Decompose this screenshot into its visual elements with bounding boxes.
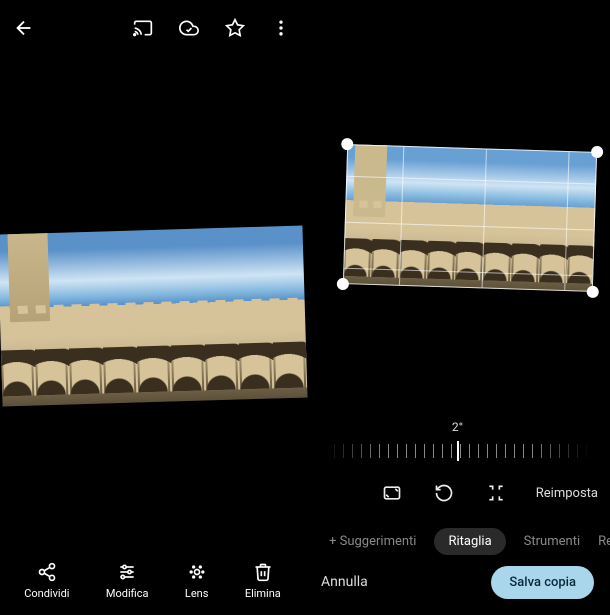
angle-value: 2°: [305, 420, 610, 434]
lens-button[interactable]: Lens: [179, 557, 215, 604]
share-button[interactable]: Condividi: [18, 557, 75, 604]
tab-adjust[interactable]: Rego: [598, 534, 610, 549]
crop-handle-tr[interactable]: [591, 146, 603, 158]
editor-panel: 2° Reimposta + Suggerimenti Ritaglia Str…: [305, 0, 610, 615]
cloud-button[interactable]: [175, 14, 203, 42]
share-label: Condividi: [24, 587, 69, 600]
crop-image: [343, 144, 597, 292]
crop-handle-br[interactable]: [587, 286, 599, 298]
crop-handle-bl[interactable]: [337, 278, 349, 290]
cancel-button[interactable]: Annulla: [321, 574, 368, 590]
angle-center-tick: [457, 441, 459, 461]
back-button[interactable]: [10, 14, 38, 42]
photo-content: [1, 341, 307, 396]
crop-stage[interactable]: [343, 144, 597, 292]
more-vert-icon: [271, 18, 291, 38]
aspect-ratio-button[interactable]: [380, 481, 404, 505]
star-icon: [225, 18, 245, 38]
top-bar: [0, 0, 305, 56]
tab-suggestions[interactable]: + Suggerimenti: [329, 534, 416, 549]
favorite-button[interactable]: [221, 14, 249, 42]
more-button[interactable]: [267, 14, 295, 42]
trash-icon: [253, 562, 273, 582]
rotate-button[interactable]: [432, 481, 456, 505]
angle-dial[interactable]: [325, 438, 590, 464]
perspective-icon: [486, 483, 506, 503]
angle-ticks: [325, 444, 590, 458]
delete-button[interactable]: Elimina: [239, 557, 287, 604]
aspect-ratio-icon: [382, 483, 402, 503]
photo-viewport[interactable]: [0, 226, 307, 407]
viewer-panel: Condividi Modifica Lens Elimina: [0, 0, 305, 615]
reset-button[interactable]: Reimposta: [536, 486, 598, 501]
editor-tabs: + Suggerimenti Ritaglia Strumenti Rego: [305, 521, 610, 561]
sliders-icon: [117, 562, 137, 582]
tab-tools[interactable]: Strumenti: [524, 534, 580, 549]
share-icon: [37, 562, 57, 582]
cast-icon: [133, 18, 153, 38]
tab-crop[interactable]: Ritaglia: [434, 528, 505, 555]
cast-button[interactable]: [129, 14, 157, 42]
bottom-bar: Condividi Modifica Lens Elimina: [0, 545, 305, 615]
delete-label: Elimina: [245, 587, 281, 600]
save-copy-button[interactable]: Salva copia: [491, 566, 594, 599]
edit-label: Modifica: [106, 587, 149, 600]
editor-footer: Annulla Salva copia: [305, 561, 610, 603]
rotate-icon: [434, 483, 454, 503]
lens-icon: [187, 562, 207, 582]
cloud-check-icon: [179, 18, 199, 38]
edit-button[interactable]: Modifica: [100, 557, 155, 604]
lens-label: Lens: [185, 587, 209, 600]
perspective-button[interactable]: [484, 481, 508, 505]
crop-tools-row: Reimposta: [305, 475, 610, 511]
arrow-left-icon: [13, 17, 35, 39]
